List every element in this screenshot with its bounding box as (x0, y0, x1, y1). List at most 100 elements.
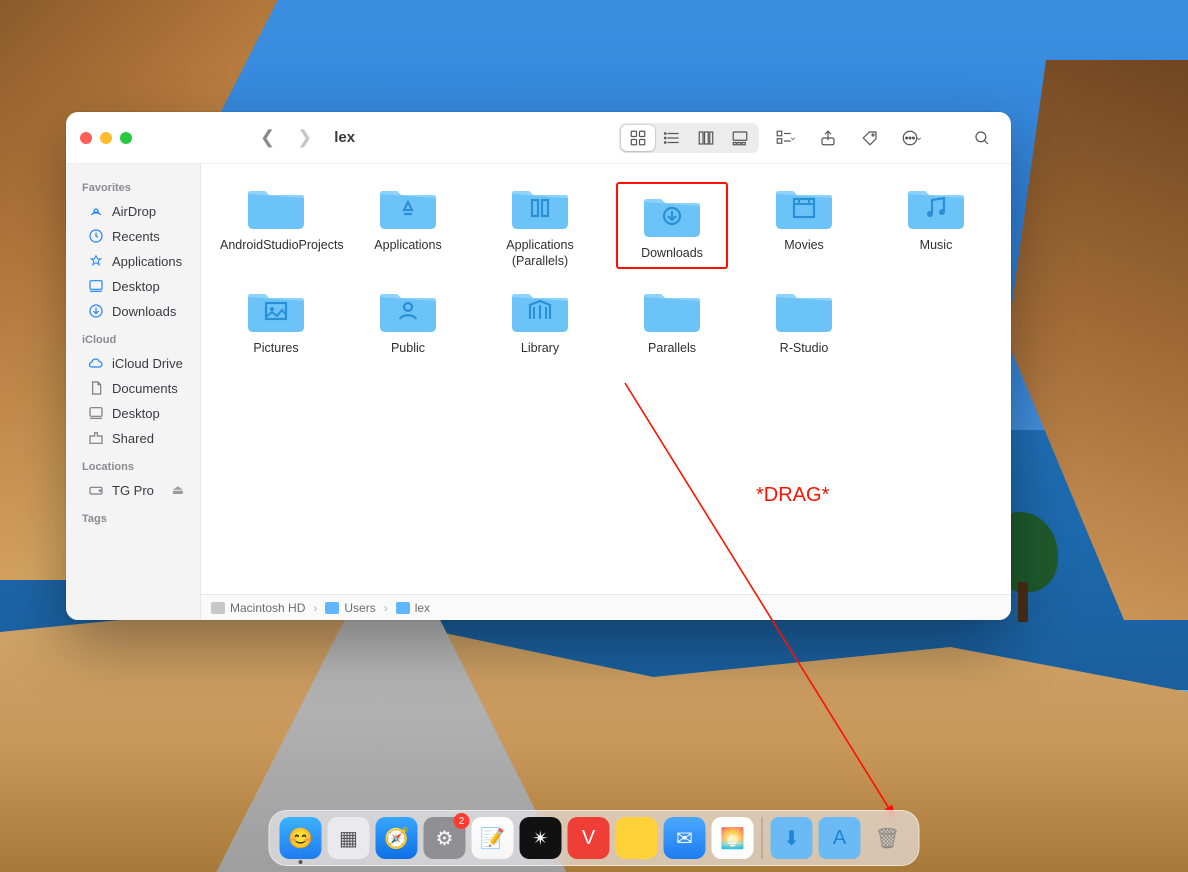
pathbar[interactable]: Macintosh HD›Users›lex (201, 594, 1011, 620)
folder-grid[interactable]: AndroidStudioProjects Applications Appli… (201, 164, 1011, 594)
documents-icon (88, 380, 104, 396)
breadcrumb-label: Users (344, 601, 375, 615)
sidebar-item-tg-pro[interactable]: TG Pro⏏ (78, 478, 194, 502)
eject-icon[interactable]: ⏏ (172, 482, 184, 498)
dock-app-screenshot[interactable]: ✴︎ (520, 817, 562, 859)
search-button[interactable] (967, 125, 997, 151)
dock-stack-downloads[interactable]: ⬇︎ (771, 817, 813, 859)
folder-icon (244, 182, 308, 232)
sidebar-item-desktop[interactable]: Desktop (78, 401, 194, 425)
downloads-icon (88, 303, 104, 319)
sidebar-item-airdrop[interactable]: AirDrop (78, 199, 194, 223)
folder-applications[interactable]: Applications (352, 182, 464, 269)
folder-icon (396, 602, 410, 614)
folder-label: Library (521, 341, 559, 357)
back-button[interactable]: ❮ (260, 127, 275, 148)
sidebar-item-documents[interactable]: Documents (78, 376, 194, 400)
shared-icon (88, 430, 104, 446)
desktop-icon (88, 405, 104, 421)
forward-button[interactable]: ❯ (297, 127, 312, 148)
sidebar-item-shared[interactable]: Shared (78, 426, 194, 450)
folder-icon (640, 190, 704, 240)
folder-label: Applications (Parallels) (484, 238, 596, 269)
folder-movies[interactable]: Movies (748, 182, 860, 269)
dock-app-vivaldi[interactable]: V (568, 817, 610, 859)
dock-app-notes[interactable]: 📝 (472, 817, 514, 859)
dock-app-mail[interactable]: ✉︎ (664, 817, 706, 859)
zoom-button[interactable] (120, 132, 132, 144)
close-button[interactable] (80, 132, 92, 144)
dock-app-stickies[interactable] (616, 817, 658, 859)
icloud-icon (88, 355, 104, 371)
folder-label: Downloads (641, 246, 703, 262)
sidebar-item-downloads[interactable]: Downloads (78, 299, 194, 323)
dock-stack-trash[interactable]: 🗑 (867, 817, 909, 859)
folder-icon (904, 182, 968, 232)
sidebar-item-label: iCloud Drive (112, 356, 183, 371)
finder-window[interactable]: ❮ ❯ lex ⌄ ⌄ Favorites AirDrop Recents Appli… (66, 112, 1011, 620)
minimize-button[interactable] (100, 132, 112, 144)
sidebar-section-header: Tags (72, 503, 200, 529)
gallery-view-button[interactable] (723, 125, 757, 151)
breadcrumb-separator: › (384, 601, 388, 615)
drag-annotation-label: *DRAG* (756, 484, 829, 507)
group-menu[interactable]: ⌄ (771, 125, 801, 151)
folder-androidstudioprojects[interactable]: AndroidStudioProjects (220, 182, 332, 269)
actions-menu[interactable]: ⌄ (897, 125, 927, 151)
view-switcher (619, 123, 759, 153)
sidebar-item-label: Downloads (112, 304, 176, 319)
sidebar-item-icloud-drive[interactable]: iCloud Drive (78, 351, 194, 375)
share-button[interactable] (813, 125, 843, 151)
folder-applications-parallels-[interactable]: Applications (Parallels) (484, 182, 596, 269)
sidebar-item-recents[interactable]: Recents (78, 224, 194, 248)
sidebar-item-label: Documents (112, 381, 178, 396)
folder-icon (376, 285, 440, 335)
folder-icon (244, 285, 308, 335)
tags-button[interactable] (855, 125, 885, 151)
icon-view-button[interactable] (621, 125, 655, 151)
column-view-button[interactable] (689, 125, 723, 151)
sidebar[interactable]: Favorites AirDrop Recents Applications Deskt… (66, 164, 201, 620)
folder-public[interactable]: Public (352, 285, 464, 357)
list-view-button[interactable] (655, 125, 689, 151)
folder-music[interactable]: Music (880, 182, 992, 269)
nav-arrows: ❮ ❯ (260, 127, 312, 148)
breadcrumb[interactable]: lex (396, 601, 430, 615)
sidebar-item-desktop[interactable]: Desktop (78, 274, 194, 298)
folder-library[interactable]: Library (484, 285, 596, 357)
dock[interactable]: 😊▦🧭⚙︎2📝✴︎V ✉︎🌅 ⬇︎A🗑 (269, 810, 920, 866)
sidebar-section-header: Favorites (72, 172, 200, 198)
folder-pictures[interactable]: Pictures (220, 285, 332, 357)
dock-app-launchpad[interactable]: ▦ (328, 817, 370, 859)
dock-app-photos[interactable]: 🌅 (712, 817, 754, 859)
folder-downloads[interactable]: Downloads (616, 182, 728, 269)
disk-icon (211, 602, 225, 614)
folder-label: Applications (374, 238, 441, 254)
dock-app-safari[interactable]: 🧭 (376, 817, 418, 859)
folder-icon (376, 182, 440, 232)
dock-app-system-settings[interactable]: ⚙︎2 (424, 817, 466, 859)
toolbar: ⌄ ⌄ (619, 123, 997, 153)
folder-r-studio[interactable]: R-Studio (748, 285, 860, 357)
sidebar-item-label: Recents (112, 229, 160, 244)
running-indicator (299, 860, 303, 864)
breadcrumb[interactable]: Macintosh HD (211, 601, 305, 615)
folder-parallels[interactable]: Parallels (616, 285, 728, 357)
sidebar-item-label: AirDrop (112, 204, 156, 219)
folder-icon (772, 182, 836, 232)
folder-label: Pictures (253, 341, 298, 357)
sidebar-item-label: Desktop (112, 279, 160, 294)
titlebar[interactable]: ❮ ❯ lex ⌄ ⌄ (66, 112, 1011, 164)
dock-stack-applications[interactable]: A (819, 817, 861, 859)
dock-app-finder[interactable]: 😊 (280, 817, 322, 859)
folder-icon (508, 182, 572, 232)
sidebar-item-label: Desktop (112, 406, 160, 421)
applications-icon (88, 253, 104, 269)
window-title: lex (334, 129, 355, 146)
sidebar-item-applications[interactable]: Applications (78, 249, 194, 273)
sidebar-section-header: iCloud (72, 324, 200, 350)
sidebar-item-label: Shared (112, 431, 154, 446)
breadcrumb[interactable]: Users (325, 601, 375, 615)
desktop-icon (88, 278, 104, 294)
disk-icon (88, 482, 104, 498)
